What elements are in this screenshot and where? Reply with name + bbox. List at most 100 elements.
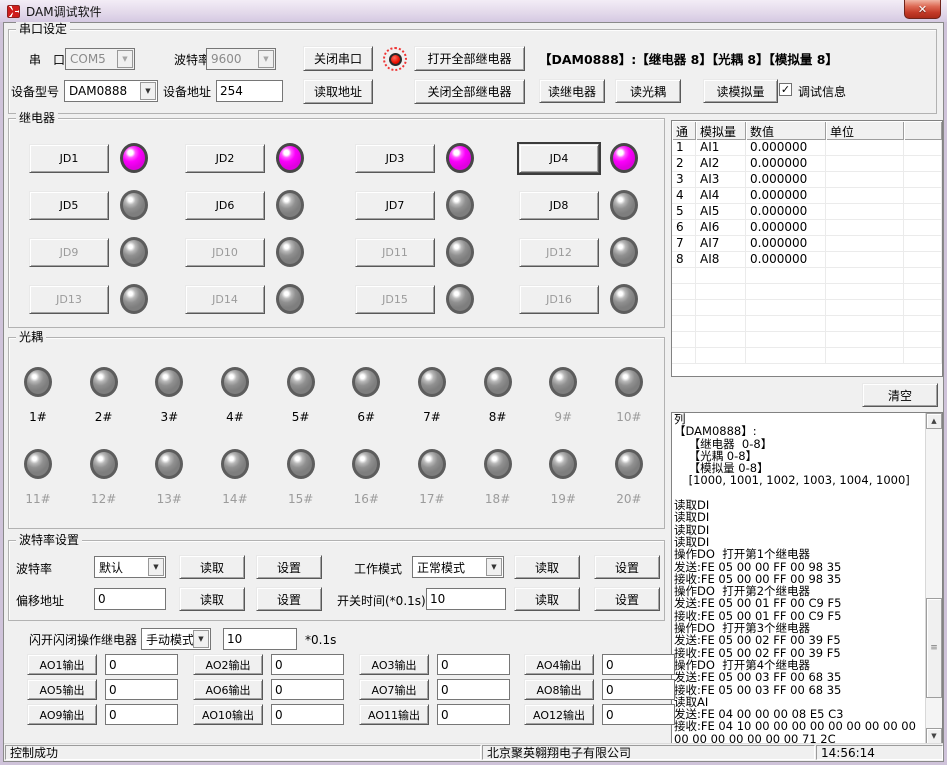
relay-light-jd6 xyxy=(276,190,304,220)
flash-time-input[interactable] xyxy=(223,628,297,650)
ao-column-2: AO2输出 AO6输出 AO10输出 xyxy=(193,654,344,725)
relay-button-jd11[interactable]: JD11 xyxy=(355,238,435,267)
relay-button-jd1[interactable]: JD1 xyxy=(29,144,109,173)
baud-setting-value: 默认 xyxy=(99,559,123,576)
opto-channel-13: 13# xyxy=(151,449,187,506)
ao4-value-input[interactable] xyxy=(602,654,675,675)
model-select[interactable]: DAM0888 ▼ xyxy=(64,80,158,102)
work-mode-set-button[interactable]: 设置 xyxy=(594,555,660,579)
ao5-value-input[interactable] xyxy=(105,679,178,700)
switch-time-set-button[interactable]: 设置 xyxy=(594,587,660,611)
ao2-value-input[interactable] xyxy=(271,654,344,675)
table-row-empty xyxy=(672,300,942,316)
clear-log-button[interactable]: 清空 xyxy=(862,383,938,407)
opto-channel-8: 8# xyxy=(480,367,516,424)
switch-time-input[interactable] xyxy=(426,588,506,610)
debug-info-checkbox[interactable]: ✓ xyxy=(779,83,792,96)
opto-light-9 xyxy=(549,367,577,397)
relay-button-jd14[interactable]: JD14 xyxy=(185,285,265,314)
relay-button-jd12[interactable]: JD12 xyxy=(519,238,599,267)
read-analog-button[interactable]: 读模拟量 xyxy=(703,79,778,103)
relay-button-jd5[interactable]: JD5 xyxy=(29,191,109,220)
read-addr-button[interactable]: 读取地址 xyxy=(303,79,373,104)
ao12-value-input[interactable] xyxy=(602,704,675,725)
baud-setting-select[interactable]: 默认 ▼ xyxy=(94,556,166,578)
relay-button-jd4[interactable]: JD4 xyxy=(519,144,599,173)
chevron-down-icon: ▼ xyxy=(486,558,502,576)
ao5-output-button[interactable]: AO5输出 xyxy=(27,679,97,700)
work-mode-value: 正常模式 xyxy=(417,559,465,576)
relay-button-jd15[interactable]: JD15 xyxy=(355,285,435,314)
relay-button-jd10[interactable]: JD10 xyxy=(185,238,265,267)
device-addr-input[interactable] xyxy=(216,80,283,102)
ao6-output-button[interactable]: AO6输出 xyxy=(193,679,263,700)
ao10-value-input[interactable] xyxy=(271,704,344,725)
relay-cell: JD13 xyxy=(29,284,148,314)
relay-light-jd15 xyxy=(446,284,474,314)
open-all-relays-button[interactable]: 打开全部继电器 xyxy=(414,46,525,71)
scrollbar-thumb[interactable]: ≡ xyxy=(926,598,942,697)
table-row: 3AI30.000000 xyxy=(672,172,942,188)
ao4-output-button[interactable]: AO4输出 xyxy=(524,654,594,675)
ao12-output-button[interactable]: AO12输出 xyxy=(524,704,594,725)
opto-channel-3: 3# xyxy=(151,367,187,424)
baud-read-button[interactable]: 读取 xyxy=(179,555,245,579)
ao1-value-input[interactable] xyxy=(105,654,178,675)
ao6-value-input[interactable] xyxy=(271,679,344,700)
log-scrollbar[interactable]: ▲ ≡ ▼ xyxy=(925,413,942,744)
relay-button-jd16[interactable]: JD16 xyxy=(519,285,599,314)
ao7-value-input[interactable] xyxy=(437,679,510,700)
relay-button-jd3[interactable]: JD3 xyxy=(355,144,435,173)
work-mode-read-button[interactable]: 读取 xyxy=(514,555,580,579)
baud-setting-label: 波特率 xyxy=(16,561,52,577)
ao3-output-button[interactable]: AO3输出 xyxy=(359,654,429,675)
ao11-value-input[interactable] xyxy=(437,704,510,725)
read-relay-button[interactable]: 读继电器 xyxy=(539,79,605,103)
opto-channel-4: 4# xyxy=(217,367,253,424)
baud-label: 波特率 xyxy=(174,52,210,68)
ao11-output-button[interactable]: AO11输出 xyxy=(359,704,429,725)
switch-time-read-button[interactable]: 读取 xyxy=(514,587,580,611)
relay-light-jd11 xyxy=(446,237,474,267)
ao10-output-button[interactable]: AO10输出 xyxy=(193,704,263,725)
ao8-output-button[interactable]: AO8输出 xyxy=(524,679,594,700)
work-mode-select[interactable]: 正常模式 ▼ xyxy=(412,556,504,578)
opto-light-6 xyxy=(352,367,380,397)
relay-light-jd13 xyxy=(120,284,148,314)
close-icon[interactable]: ✕ xyxy=(904,0,941,19)
close-port-button[interactable]: 关闭串口 xyxy=(303,46,373,71)
col-header-analog[interactable]: 模拟量 xyxy=(696,121,746,140)
relay-button-jd13[interactable]: JD13 xyxy=(29,285,109,314)
relay-cell: JD9 xyxy=(29,237,148,267)
ao9-output-button[interactable]: AO9输出 xyxy=(27,704,97,725)
table-row: 6AI60.000000 xyxy=(672,220,942,236)
offset-read-button[interactable]: 读取 xyxy=(179,587,245,611)
close-all-relays-button[interactable]: 关闭全部继电器 xyxy=(414,79,525,104)
col-header-channel[interactable]: 通 xyxy=(672,121,696,140)
port-select[interactable]: COM5 ▼ xyxy=(65,48,135,70)
opto-channel-9: 9# xyxy=(545,367,581,424)
relay-button-jd7[interactable]: JD7 xyxy=(355,191,435,220)
relay-button-jd8[interactable]: JD8 xyxy=(519,191,599,220)
baud-select[interactable]: 9600 ▼ xyxy=(206,48,276,70)
ao3-value-input[interactable] xyxy=(437,654,510,675)
flash-mode-select[interactable]: 手动模式 ▼ xyxy=(141,628,211,650)
scroll-down-icon[interactable]: ▼ xyxy=(926,728,942,744)
baud-set-button[interactable]: 设置 xyxy=(256,555,322,579)
ao7-output-button[interactable]: AO7输出 xyxy=(359,679,429,700)
relay-button-jd6[interactable]: JD6 xyxy=(185,191,265,220)
col-header-unit[interactable]: 单位 xyxy=(826,121,904,140)
relay-button-jd9[interactable]: JD9 xyxy=(29,238,109,267)
col-header-value[interactable]: 数值 xyxy=(746,121,826,140)
opto-channel-6: 6# xyxy=(348,367,384,424)
ao1-output-button[interactable]: AO1输出 xyxy=(27,654,97,675)
relay-cell: JD5 xyxy=(29,190,148,220)
ao2-output-button[interactable]: AO2输出 xyxy=(193,654,263,675)
ao9-value-input[interactable] xyxy=(105,704,178,725)
relay-button-jd2[interactable]: JD2 xyxy=(185,144,265,173)
scroll-up-icon[interactable]: ▲ xyxy=(926,413,942,429)
offset-set-button[interactable]: 设置 xyxy=(256,587,322,611)
offset-addr-input[interactable] xyxy=(94,588,166,610)
read-opto-button[interactable]: 读光耦 xyxy=(615,79,681,103)
ao8-value-input[interactable] xyxy=(602,679,675,700)
